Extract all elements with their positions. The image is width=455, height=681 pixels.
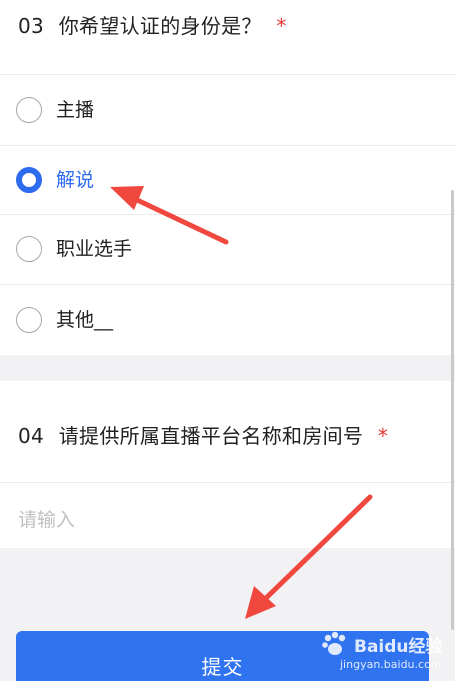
option-row-commentator[interactable]: 解说 [0,145,455,215]
option-row-other[interactable]: 其他__ [0,285,455,355]
question-03-title: 03 你希望认证的身份是？ * [18,10,287,39]
option-label: 主播 [56,99,95,121]
radio-unchecked-icon[interactable] [16,236,42,262]
question-04-card: 04 请提供所属直播平台名称和房间号 * 请输入 [0,381,455,548]
watermark-site: jingyan.baidu.com [340,658,442,671]
radio-unchecked-icon[interactable] [16,307,42,333]
option-label: 解说 [56,169,95,191]
baidu-jingyan-watermark: Baidu经验 jingyan.baidu.com [320,626,445,676]
question-04-title: 04 请提供所属直播平台名称和房间号 * [18,420,388,449]
required-mark: * [377,424,389,448]
platform-room-input[interactable]: 请输入 [18,505,75,532]
option-row-pro-player[interactable]: 职业选手 [0,214,455,284]
option-label: 其他__ [56,309,114,331]
paw-logo-icon [322,631,346,655]
divider [0,482,455,483]
radio-checked-icon[interactable] [16,167,42,193]
required-mark: * [276,14,287,38]
watermark-brand: Baidu经验 [354,637,443,657]
question-number: 04 [18,424,45,448]
scrollbar-thumb[interactable] [451,190,454,630]
option-label: 职业选手 [56,238,133,260]
question-text: 请提供所属直播平台名称和房间号 [58,424,364,448]
question-text: 你希望认证的身份是？ [58,14,262,38]
question-number: 03 [18,14,45,38]
option-row-host[interactable]: 主播 [0,75,455,145]
radio-unchecked-icon[interactable] [16,97,42,123]
question-03-card: 03 你希望认证的身份是？ * 主播 解说 职业选手 其他__ [0,0,455,355]
